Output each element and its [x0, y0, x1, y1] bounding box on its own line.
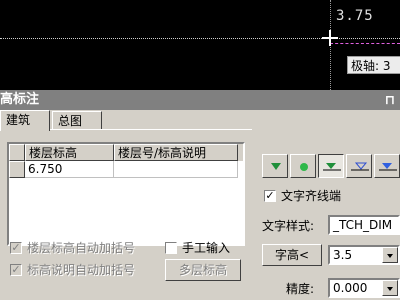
cad-elevation-text: 3.75: [336, 8, 374, 24]
tab-architecture[interactable]: 建筑: [0, 110, 50, 131]
dashed-guide-line: [330, 43, 400, 44]
checkmark-icon: ✓: [264, 189, 276, 202]
chevron-down-icon[interactable]: [382, 280, 398, 296]
text-height-value: 3.5: [333, 248, 353, 262]
symbol-circle-button[interactable]: [290, 154, 316, 178]
elevation-table[interactable]: 楼层标高 楼层号/标高说明 6.750: [7, 142, 245, 246]
polar-tracking-tooltip: 极轴: 3: [347, 56, 400, 74]
row-selector[interactable]: [9, 161, 25, 178]
text-style-label: 文字样式:: [262, 219, 315, 233]
pin-icon[interactable]: ⊓: [385, 91, 395, 111]
table-header: 楼层标高 楼层号/标高说明: [9, 144, 243, 161]
column-header-floor-elevation[interactable]: 楼层标高: [25, 144, 114, 161]
checkbox-empty-icon: [165, 242, 177, 254]
checkmark-icon: ✓: [10, 241, 22, 254]
multi-floor-elevation-button[interactable]: 多层标高: [165, 259, 241, 281]
symbol-triangle-line-button[interactable]: [318, 154, 344, 178]
precision-select[interactable]: 0.000: [328, 278, 400, 298]
dotted-guide-line: [0, 38, 400, 39]
triangle-down-filled-icon: [271, 163, 281, 170]
chevron-down-icon[interactable]: [382, 247, 398, 263]
symbol-blue-triangle-button[interactable]: [374, 154, 400, 178]
triangle-down-blue-icon: [379, 163, 397, 171]
column-header-floor-note[interactable]: 楼层号/标高说明: [114, 144, 238, 161]
symbol-filled-triangle-button[interactable]: [262, 154, 288, 178]
cell-note[interactable]: [114, 161, 238, 178]
checkmark-icon: ✓: [10, 263, 22, 276]
text-height-pick-button[interactable]: 字高<: [262, 244, 322, 266]
tab-site-plan[interactable]: 总图: [52, 111, 102, 130]
panel-title: 高标注: [0, 92, 40, 107]
cad-canvas[interactable]: 3.75 极轴: 3: [0, 0, 400, 90]
circle-filled-icon: [300, 163, 308, 171]
row-header-corner: [9, 144, 25, 161]
crosshair-cursor-icon: [322, 30, 338, 46]
elevation-dimension-panel: 高标注 ⊓ 建筑 总图 楼层标高 楼层号/标高说明 6.750 ✓ 楼层标高自动…: [0, 90, 400, 300]
cell-elevation[interactable]: 6.750: [25, 161, 114, 178]
precision-label: 精度:: [286, 282, 315, 296]
triangle-down-outline-icon: [351, 162, 369, 171]
symbol-outline-triangle-button[interactable]: [346, 154, 372, 178]
panel-content: 建筑 总图 楼层标高 楼层号/标高说明 6.750 ✓ 楼层标高自动加括号 ✓ …: [0, 110, 400, 300]
text-height-select[interactable]: 3.5: [328, 245, 400, 265]
triangle-down-with-line-icon: [323, 163, 341, 171]
panel-titlebar[interactable]: 高标注 ⊓: [0, 90, 400, 110]
precision-value: 0.000: [333, 281, 368, 295]
table-row[interactable]: 6.750: [9, 161, 243, 178]
text-style-field[interactable]: _TCH_DIM: [328, 215, 400, 235]
